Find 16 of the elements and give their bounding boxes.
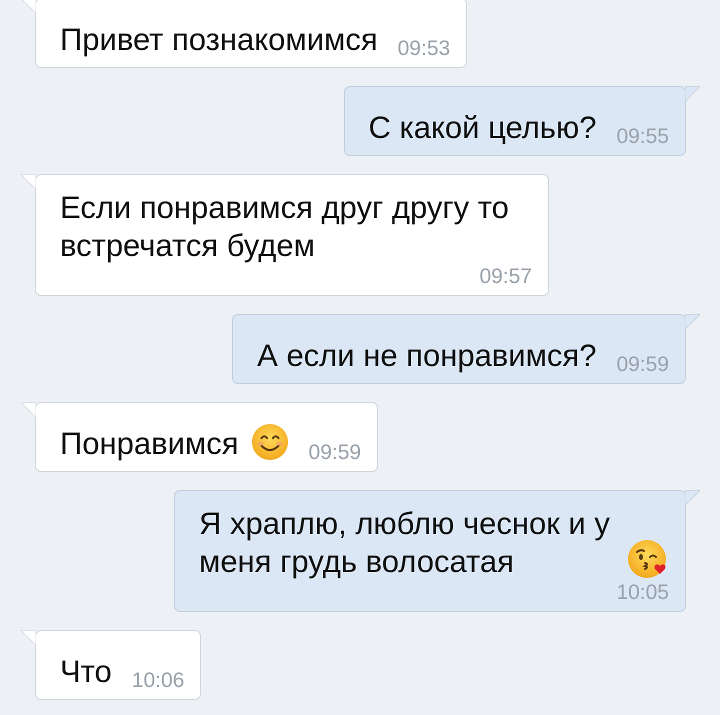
message-time: 09:59 [308, 441, 362, 465]
message-time: 09:55 [616, 125, 669, 149]
message-time: 09:53 [398, 37, 450, 61]
message-text: Я храплю, люблю чеснок и у меня грудь волосатая [199, 505, 611, 581]
message-time: 09:59 [616, 353, 669, 377]
message-text: Если понравимся друг другу то встречатся будем [60, 189, 510, 265]
message-text: С какой целью? [368, 109, 596, 147]
message-text: Понравимся [60, 425, 239, 463]
message-text: Привет познакомимся [60, 21, 378, 59]
message-text: Что [60, 653, 112, 691]
message-time: 10:05 [616, 581, 669, 605]
message-time: 10:06 [132, 669, 184, 693]
smiling-face-icon [250, 423, 289, 461]
message-text: А если не понравимся? [257, 337, 596, 375]
kissing-face-icon [627, 539, 669, 579]
message-time: 09:57 [479, 265, 532, 289]
